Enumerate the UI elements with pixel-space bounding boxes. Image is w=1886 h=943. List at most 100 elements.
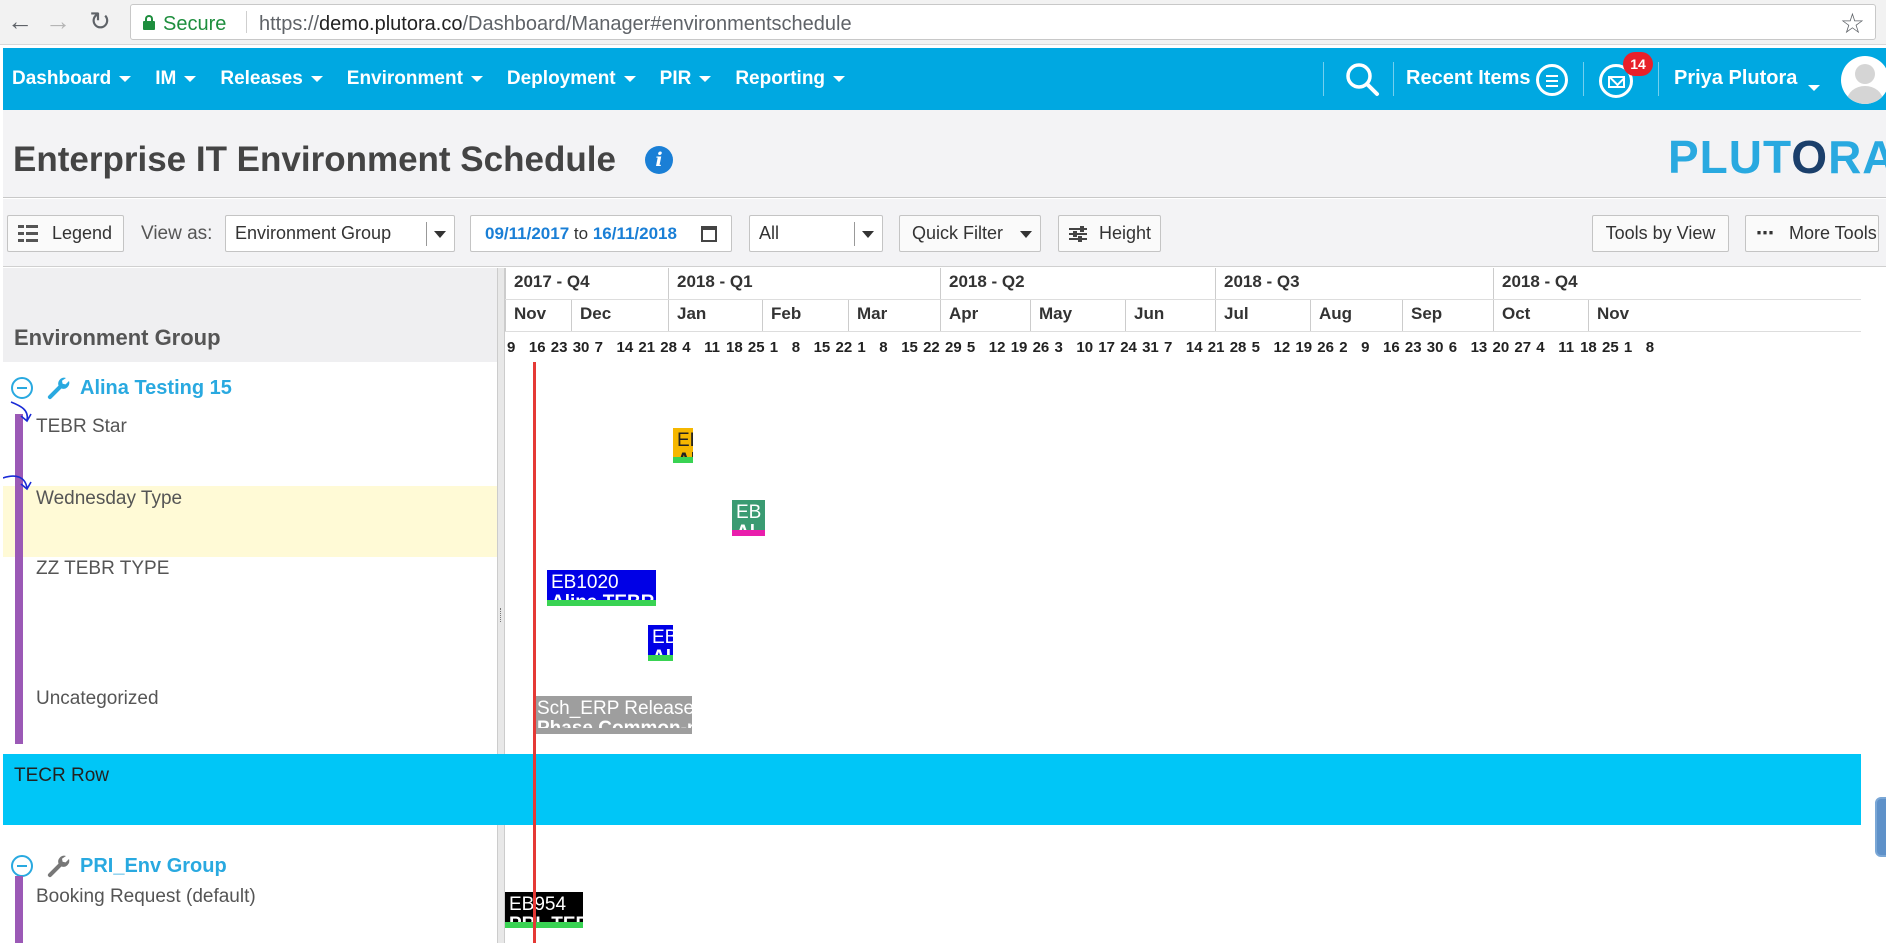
week-label: 1 [1623, 339, 1633, 356]
env-row[interactable]: Uncategorized [3, 684, 500, 754]
calendar-icon [701, 226, 717, 242]
panel-splitter[interactable] [497, 268, 505, 943]
legend-button[interactable]: Legend [7, 215, 124, 252]
week-label: 26 [1317, 339, 1334, 356]
forward-icon[interactable]: → [44, 8, 72, 36]
quarter-cell: 2018 - Q1 [668, 268, 940, 299]
info-icon[interactable]: i [645, 146, 673, 174]
bookmark-star-icon[interactable]: ☆ [1840, 7, 1865, 40]
week-label: 19 [1010, 339, 1028, 356]
week-label: 14 [1185, 339, 1203, 356]
schedule-bar[interactable]: EB954 PRI_TEB [505, 892, 583, 928]
schedule-bar[interactable]: EB1020 Alina TEBR [547, 570, 656, 606]
schedule-bar[interactable]: Sch_ERP Release Phase Common-n [533, 696, 692, 734]
filter-select[interactable]: All [749, 215, 883, 252]
week-label: 28 [660, 339, 677, 356]
secure-label: Secure [163, 13, 227, 35]
env-row[interactable]: TEBR Star [3, 408, 500, 463]
environment-list: Environment Group Alina Testing 15 TEBR … [3, 268, 500, 943]
page-title: Enterprise IT Environment Schedule [13, 140, 616, 179]
tools-by-view-button[interactable]: Tools by View [1592, 215, 1729, 252]
timeline-grid: 2017 - Q4 2018 - Q1 2018 - Q2 2018 - Q3 2018… [505, 268, 1886, 943]
url-text: https://demo.plutora.co/Dashboard/Manage… [259, 13, 852, 35]
nav-item-im[interactable]: IM [146, 68, 205, 90]
week-label: 1 [769, 339, 779, 356]
week-label: 21 [1207, 339, 1225, 356]
month-cell: Mar [848, 300, 940, 331]
group-name[interactable]: PRI_Env Group [80, 855, 227, 878]
nav-item-releases[interactable]: Releases [211, 68, 331, 90]
quick-filter-button[interactable]: Quick Filter [899, 215, 1041, 252]
quarter-row: 2017 - Q4 2018 - Q1 2018 - Q2 2018 - Q3 2018… [505, 268, 1861, 300]
collapse-icon[interactable] [11, 377, 33, 399]
month-cell: Dec [571, 300, 668, 331]
sliders-icon [1069, 225, 1087, 243]
schedule-bar[interactable]: EBAl [732, 500, 765, 536]
view-as-select[interactable]: Environment Group [225, 215, 455, 252]
nav-item-dashboard[interactable]: Dashboard [3, 68, 140, 90]
month-cell: Nov [505, 300, 571, 331]
today-marker [533, 362, 536, 943]
group-name[interactable]: Alina Testing 15 [80, 377, 232, 400]
user-menu[interactable]: Priya Plutora [1674, 67, 1797, 90]
week-label: 13 [1470, 339, 1488, 356]
schedule-toolbar: Legend View as: Environment Group 09/11/… [3, 199, 1886, 267]
chevron-down-icon [434, 231, 446, 238]
week-label: 17 [1098, 339, 1115, 356]
logo: PLUTORA [1668, 131, 1886, 183]
month-cell: May [1030, 300, 1125, 331]
week-label: 8 [791, 339, 801, 356]
env-row[interactable]: Wednesday Type [3, 486, 500, 557]
nav-item-reporting[interactable]: Reporting [726, 68, 854, 90]
search-icon[interactable] [1344, 61, 1380, 97]
month-cell: Jul [1215, 300, 1310, 331]
list-icon[interactable] [1536, 64, 1568, 96]
height-button[interactable]: Height [1058, 215, 1161, 252]
month-cell: Sep [1402, 300, 1493, 331]
schedule-bar[interactable]: EBAl [673, 428, 693, 463]
nav-item-deployment[interactable]: Deployment [498, 68, 645, 90]
annotation-arrow-icon [10, 401, 32, 423]
chevron-down-icon[interactable] [1808, 85, 1820, 91]
week-label: 8 [879, 339, 888, 356]
week-label: 11 [1558, 339, 1575, 356]
week-label: 4 [682, 339, 691, 356]
quarter-cell: 2018 - Q2 [940, 268, 1215, 299]
legend-icon [18, 224, 38, 243]
address-bar[interactable]: Secure https://demo.plutora.co/Dashboard… [130, 4, 1876, 40]
env-row[interactable]: ZZ TEBR TYPE [3, 558, 500, 678]
wrench-icon [47, 377, 70, 400]
week-label: 30 [572, 339, 590, 356]
chevron-down-icon [184, 76, 197, 82]
main-menu: Dashboard IM Releases Environment Deployment… [3, 48, 860, 110]
week-label: 23 [550, 339, 568, 356]
schedule-bar[interactable]: EBAl [648, 625, 673, 661]
week-label: 9 [1361, 339, 1370, 356]
week-row: 9 16 23 30 7 14 21 28 4 11 18 25 1 8 15 22 1 8 15 22 29 5 12 19… [505, 332, 1861, 362]
reload-icon[interactable]: ↻ [86, 8, 114, 36]
month-cell: Feb [762, 300, 848, 331]
back-icon[interactable]: ← [6, 8, 34, 36]
nav-item-environment[interactable]: Environment [338, 68, 492, 90]
week-label: 10 [1076, 339, 1094, 356]
chevron-down-icon [623, 76, 636, 82]
week-label: 22 [923, 339, 940, 356]
week-label: 4 [1536, 339, 1545, 356]
week-label: 21 [638, 339, 656, 356]
recent-items-link[interactable]: Recent Items [1406, 67, 1531, 90]
week-label: 6 [1448, 339, 1458, 356]
nav-item-pir[interactable]: PIR [651, 68, 721, 90]
date-range-picker[interactable]: 09/11/2017 to 16/11/2018 [470, 215, 732, 252]
week-label: 16 [1383, 339, 1400, 356]
week-label: 18 [726, 339, 743, 356]
env-row[interactable]: Booking Request (default) [3, 880, 500, 930]
more-tools-button[interactable]: ⋯ More Tools [1745, 215, 1879, 252]
avatar[interactable] [1841, 56, 1886, 104]
month-row: Nov Dec Jan Feb Mar Apr May Jun Jul Aug Sep Oct Nov [505, 300, 1861, 332]
timeline-header: 2017 - Q4 2018 - Q1 2018 - Q2 2018 - Q3 2018… [505, 268, 1861, 362]
week-label: 3 [1054, 339, 1063, 356]
scroll-handle[interactable] [1875, 797, 1886, 857]
week-label: 25 [1602, 339, 1619, 356]
chevron-down-icon [119, 76, 132, 82]
collapse-icon[interactable] [11, 855, 33, 877]
